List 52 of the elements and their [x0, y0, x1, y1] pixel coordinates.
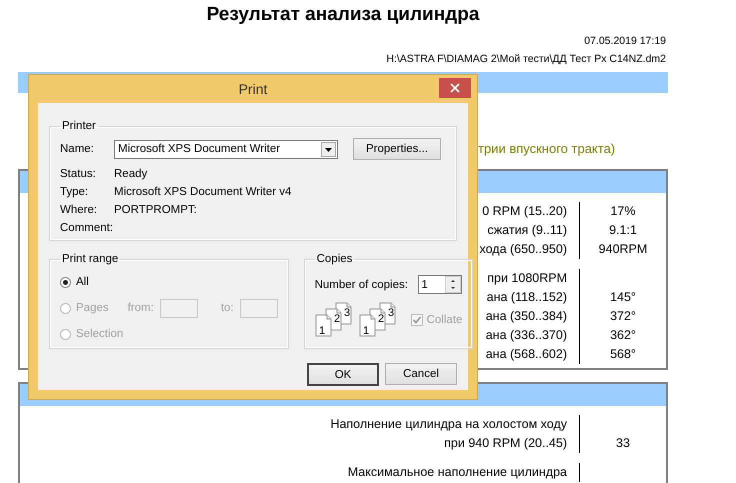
row-value: 33: [616, 435, 630, 452]
info-label: Comment:: [60, 222, 114, 234]
row-value: 372°: [610, 308, 636, 325]
group-label: Printer: [61, 120, 97, 132]
row-value: 940RPM: [598, 241, 648, 258]
note-text: трии впускного тракта): [478, 141, 616, 156]
close-button[interactable]: [439, 78, 471, 98]
row-label: сжатия (9..11): [487, 222, 567, 239]
check-icon: [412, 315, 422, 325]
dialog-title: Print: [238, 81, 268, 97]
info-value: Microsoft XPS Document Writer v4: [114, 186, 292, 198]
report-date: 07.05.2019 17:19: [584, 35, 666, 47]
info-value: Ready: [114, 168, 148, 180]
row-label: 0 RPM (15..20): [482, 203, 567, 220]
field-label: from:: [128, 302, 154, 314]
group-label: Copies: [316, 253, 354, 265]
row-value: 568°: [610, 346, 636, 363]
field-label: to:: [220, 302, 234, 314]
group-label: Print range: [61, 253, 120, 265]
file-path: H:\ASTRA F\DIAMAG 2\Мой тести\ДД Тест Px C14NZ.dm2: [386, 53, 666, 65]
row-label: хода (650..950): [480, 241, 567, 258]
row-label: Максимальное наполнение цилиндра: [348, 464, 567, 481]
info-label: Status:: [60, 168, 97, 180]
caret-icon[interactable]: [321, 142, 336, 156]
spinner-arrows-icon[interactable]: [445, 276, 462, 293]
copies-spinner[interactable]: 1: [418, 275, 462, 294]
printer-dropdown[interactable]: Microsoft XPS Document Writer: [114, 140, 338, 158]
row-value: 145°: [610, 289, 636, 306]
to-field[interactable]: [240, 298, 278, 318]
dialog-button[interactable]: Cancel: [385, 363, 457, 385]
row-value: 17%: [610, 203, 636, 220]
row-label: при 940 RPM (20..45): [444, 435, 567, 452]
properties-button[interactable]: Properties...: [353, 138, 441, 160]
field-label: Number of copies:: [314, 278, 408, 290]
dialog-button[interactable]: OK: [307, 363, 379, 386]
info-value: PORTPROMPT:: [114, 204, 197, 216]
row-label: ана (118..152): [486, 289, 567, 306]
row-label: Наполнение цилиндра на холостом ходу: [330, 416, 567, 433]
row-value: 9.1:1: [609, 222, 637, 239]
from-field[interactable]: [160, 298, 198, 318]
radio-button[interactable]: [60, 276, 71, 288]
row-label: ана (336..370): [486, 327, 567, 344]
row-value: 362°: [610, 327, 636, 344]
radio-label[interactable]: All: [76, 276, 89, 288]
info-label: Where:: [60, 204, 98, 216]
row-label: при 1080RPM: [487, 270, 567, 287]
row-label: ана (350..384): [486, 308, 567, 325]
row-label: ана (568..602): [486, 346, 567, 363]
field-label: Name:: [60, 143, 95, 155]
info-label: Type:: [60, 186, 90, 198]
report-title: Результат анализа цилиндра: [206, 4, 480, 26]
close-icon: [450, 83, 460, 93]
